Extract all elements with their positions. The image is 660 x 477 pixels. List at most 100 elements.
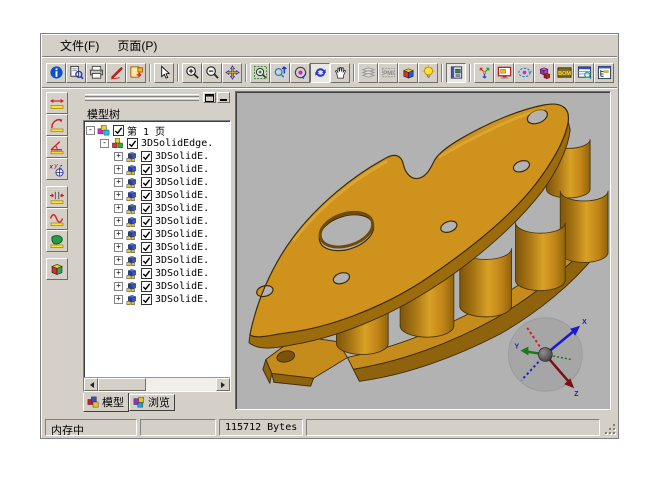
toolbar-button-markup-pen[interactable] [106,63,126,83]
toolbar-button-pan-hand[interactable] [330,63,350,83]
panel-maximize-button[interactable] [203,92,216,103]
toolbar-button-zoom-out[interactable] [202,63,222,83]
collapse-icon[interactable]: - [86,126,95,135]
toolbar-button-property-table[interactable] [574,63,594,83]
toolbar-button-print-preview[interactable] [66,63,86,83]
node-visibility-checkbox[interactable] [141,281,152,292]
expand-icon[interactable]: + [114,295,123,304]
tree-node-label[interactable]: 3DSolidE. [155,242,209,253]
tree-node-label[interactable]: 3DSolidE. [155,190,209,201]
measure-xyz-icon: xyz [49,161,65,177]
node-visibility-checkbox[interactable] [141,294,152,305]
toolbar-button-rotate-about-point[interactable] [290,63,310,83]
node-visibility-checkbox[interactable] [141,216,152,227]
pan-icon [225,65,240,80]
measure-button-measure-area[interactable] [46,230,68,252]
measure-length-icon [49,95,65,111]
scroll-right-button[interactable] [216,378,230,391]
node-visibility-checkbox[interactable] [141,190,152,201]
panel-drag-grip[interactable] [85,94,199,102]
toolbar-button-zoom-in[interactable] [182,63,202,83]
toolbar-button-zoom-selected[interactable] [270,63,290,83]
toolbar-button-export-image[interactable] [126,63,146,83]
tree-node-label[interactable]: 3DSolidE. [155,177,209,188]
expand-icon[interactable]: + [114,204,123,213]
tab-模型[interactable]: 模型 [83,393,129,412]
tree-node-label[interactable]: 3DSolidE. [155,281,209,292]
toolbar-button-orbit[interactable] [514,63,534,83]
menu-file[interactable]: 文件(F) [51,35,108,56]
toolbar-button-assembly-view[interactable] [534,63,554,83]
node-visibility-checkbox[interactable] [113,125,124,136]
tree-node: +3DSolidE. [84,163,230,176]
measure-button-measure-curve-length[interactable] [46,208,68,230]
expand-icon[interactable]: + [114,282,123,291]
tree-node-label[interactable]: 3DSolidE. [155,216,209,227]
node-visibility-checkbox[interactable] [141,268,152,279]
measure-button-measure-distance[interactable] [46,92,68,114]
zoom-in-icon [185,65,200,80]
measure-button-measure-coordinate[interactable]: xyz [46,158,68,180]
toolbar-button-capture-screen[interactable] [494,63,514,83]
toolbar-button-shaded-view[interactable] [398,63,418,83]
expand-icon[interactable]: + [114,217,123,226]
panel-hide-button[interactable] [217,92,230,103]
tree-node: +3DSolidE. [84,189,230,202]
toolbar-button-print[interactable] [86,63,106,83]
node-visibility-checkbox[interactable] [141,151,152,162]
toolbar-button-bom-table[interactable]: BOM [554,63,574,83]
collapse-icon[interactable]: - [100,139,109,148]
tree-node-label[interactable]: 第 1 页 [127,123,165,138]
tree-node-label[interactable]: 3DSolidE. [155,268,209,279]
tree-view: -第 1 页-3DSolidEdge.+3DSolidE.+3DSolidE.+… [83,120,231,392]
toolbar-button-layers[interactable] [358,63,378,83]
measure-button-measure-volume[interactable] [46,258,68,280]
toolbar-button-free-rotate[interactable] [310,63,330,83]
node-visibility-checkbox[interactable] [141,177,152,188]
toolbar-button-lighting[interactable] [418,63,438,83]
tree-node-label[interactable]: 3DSolidE. [155,229,209,240]
toolbar-button-pan[interactable] [222,63,242,83]
node-visibility-checkbox[interactable] [141,229,152,240]
expand-icon[interactable]: + [114,256,123,265]
tree-node-label[interactable]: 3DSolidE. [155,255,209,266]
status-pane-2 [140,419,216,436]
part-node [125,228,139,241]
measure-button-measure-gap[interactable] [46,186,68,208]
node-visibility-checkbox[interactable] [141,203,152,214]
expand-icon[interactable]: + [114,243,123,252]
expand-icon[interactable]: + [114,165,123,174]
tree-node-label[interactable]: 3DSolidE. [155,164,209,175]
scroll-thumb[interactable] [98,378,146,391]
expand-icon[interactable]: + [114,178,123,187]
node-visibility-checkbox[interactable] [141,255,152,266]
expand-icon[interactable]: + [114,191,123,200]
expand-icon[interactable]: + [114,230,123,239]
toolbar-button-explode[interactable] [474,63,494,83]
tab-浏览[interactable]: 浏览 [129,394,175,411]
toolbar-button-select[interactable] [154,63,174,83]
toolbar-button-zoom-window[interactable] [250,63,270,83]
resize-grip[interactable] [613,432,615,434]
toolbar-button-model-tree-panel[interactable] [446,63,466,83]
tree-node-label[interactable]: 3DSolidE. [155,294,209,305]
node-visibility-checkbox[interactable] [141,164,152,175]
part-node-icon [125,280,138,293]
tree-node-label[interactable]: 3DSolidEdge. [141,138,213,149]
scroll-left-button[interactable] [84,378,98,391]
node-visibility-checkbox[interactable] [141,242,152,253]
expand-icon[interactable]: + [114,269,123,278]
check-icon [142,165,151,174]
3d-viewport[interactable]: X Y Z [235,91,611,410]
measure-button-measure-angle[interactable] [46,136,68,158]
tree-node-label[interactable]: 3DSolidE. [155,203,209,214]
measure-button-measure-radius[interactable] [46,114,68,136]
node-visibility-checkbox[interactable] [127,138,138,149]
toolbar-button-structure-tree[interactable] [594,63,614,83]
expand-icon[interactable]: + [114,152,123,161]
menu-page[interactable]: 页面(P) [108,35,166,56]
toolbar-button-about[interactable] [46,63,66,83]
tree-node-label[interactable]: 3DSolidE. [155,151,209,162]
scroll-track[interactable] [146,378,216,391]
toolbar-button-pmi[interactable]: PMI [378,63,398,83]
